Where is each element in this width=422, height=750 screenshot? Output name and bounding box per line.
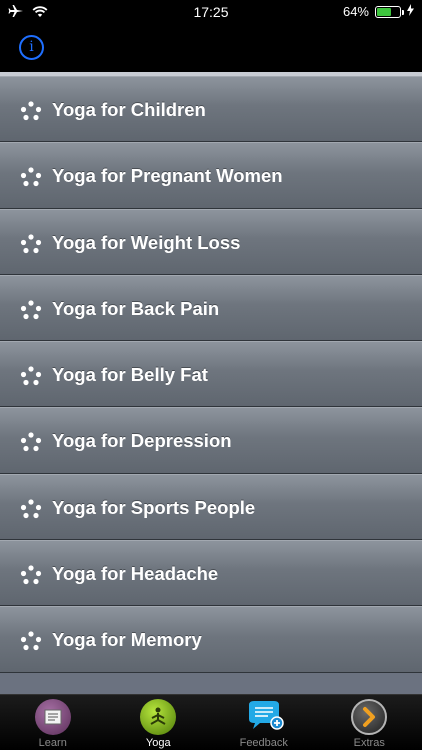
tab-yoga[interactable]: Yoga [106, 695, 212, 750]
list-item[interactable]: Yoga for Headache [0, 540, 422, 607]
list-item-label: Yoga for Memory [52, 629, 202, 651]
flower-bullet-icon [20, 233, 42, 254]
list-item[interactable]: Yoga for Sports People [0, 473, 422, 541]
list-item-label: Yoga for Belly Fat [52, 364, 208, 386]
extras-icon [351, 699, 388, 735]
list-item[interactable]: Yoga for Back Pain [0, 274, 422, 342]
list-item-label: Yoga for Headache [52, 563, 219, 585]
list-item[interactable]: Yoga for Pregnant Women [0, 142, 422, 209]
yoga-icon [140, 699, 177, 735]
list-item-label: Yoga for Weight Loss [52, 231, 241, 253]
list-item-label: Yoga for Sports People [52, 496, 256, 518]
list-item[interactable]: Yoga for Belly Fat [0, 341, 422, 408]
flower-bullet-icon [20, 565, 42, 585]
tab-extras[interactable]: Extras [317, 695, 422, 750]
list-item-label: Yoga for Depression [52, 430, 232, 452]
info-icon: i [29, 39, 34, 55]
list-item[interactable]: Yoga for Children [0, 76, 422, 143]
list-item-label: Yoga for Children [52, 99, 206, 120]
learn-icon [34, 699, 71, 735]
flower-bullet-icon [20, 300, 42, 320]
battery-icon [375, 5, 404, 18]
info-button[interactable]: i [19, 35, 44, 60]
yoga-list[interactable]: Yoga for Children Yoga for Pregnant Women… [0, 72, 422, 694]
list-item-label: Yoga for Pregnant Women [52, 165, 283, 187]
list-item[interactable]: Yoga for Weight Loss [0, 208, 422, 275]
tab-learn-label: Learn [38, 737, 67, 749]
tab-feedback-label: Feedback [239, 737, 288, 749]
list-item[interactable]: Yoga for Memory [0, 606, 422, 673]
list-item[interactable]: Yoga for Depression [0, 407, 422, 474]
flower-bullet-icon [20, 167, 42, 187]
flower-bullet-icon [20, 432, 42, 452]
tab-learn[interactable]: Learn [0, 695, 106, 750]
charging-bolt-icon [407, 4, 414, 19]
status-right: 64% [343, 4, 414, 19]
nav-bar: i [0, 24, 422, 72]
tab-yoga-label: Yoga [145, 737, 171, 749]
status-bar: 17:25 64% [0, 0, 422, 24]
tab-bar: Learn Yoga Feedback Extras [0, 694, 422, 750]
flower-bullet-icon [20, 101, 42, 121]
tab-extras-label: Extras [353, 737, 385, 749]
flower-bullet-icon [20, 499, 42, 519]
flower-bullet-icon [20, 366, 42, 386]
tab-feedback[interactable]: Feedback [211, 695, 317, 750]
list-item-label: Yoga for Back Pain [52, 297, 220, 319]
feedback-icon [246, 699, 284, 735]
battery-percent: 64% [342, 4, 369, 19]
flower-bullet-icon [20, 631, 42, 651]
